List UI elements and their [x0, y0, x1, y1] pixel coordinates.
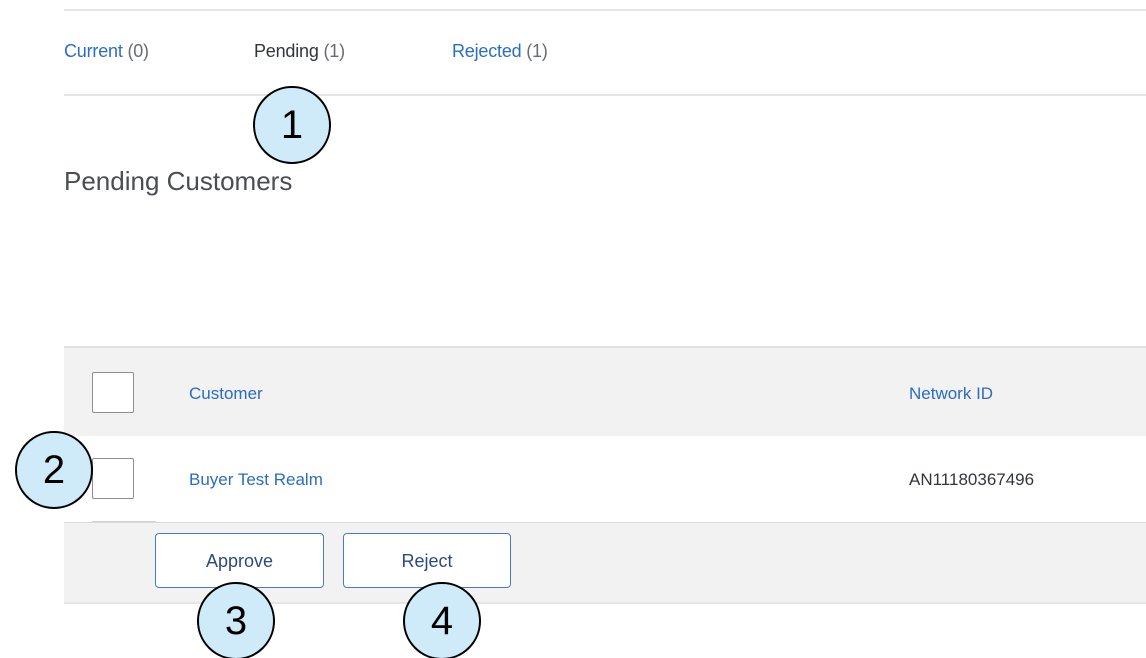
- tab-pending-count: (1): [323, 41, 345, 61]
- callout-2: 2: [15, 431, 93, 509]
- column-header-network-id[interactable]: Network ID: [909, 384, 993, 404]
- top-divider: [64, 9, 1146, 11]
- tab-current-label: Current: [64, 41, 123, 61]
- page-title: Pending Customers: [64, 166, 293, 196]
- customer-link[interactable]: Buyer Test Realm: [189, 470, 323, 490]
- tabs-divider: [64, 94, 1146, 96]
- tab-pending[interactable]: Pending (1): [254, 41, 345, 62]
- callout-4: 4: [403, 582, 481, 658]
- tab-rejected-count: (1): [526, 41, 548, 61]
- tab-rejected-label: Rejected: [452, 41, 522, 61]
- approve-button[interactable]: Approve: [155, 533, 324, 588]
- network-id-cell: AN11180367496: [909, 470, 1035, 489]
- select-all-checkbox[interactable]: [92, 372, 134, 413]
- tab-current-count: (0): [127, 41, 149, 61]
- column-header-customer[interactable]: Customer: [189, 384, 263, 404]
- reject-button[interactable]: Reject: [343, 533, 511, 588]
- tab-rejected[interactable]: Rejected (1): [452, 41, 548, 62]
- callout-3: 3: [197, 582, 275, 658]
- tab-current[interactable]: Current (0): [64, 41, 149, 62]
- table-header: Customer Network ID: [64, 346, 1146, 436]
- row-checkbox[interactable]: [92, 458, 134, 499]
- callout-1: 1: [253, 86, 331, 164]
- tab-pending-label: Pending: [254, 41, 319, 61]
- table-row: Buyer Test Realm AN11180367496: [64, 436, 1146, 523]
